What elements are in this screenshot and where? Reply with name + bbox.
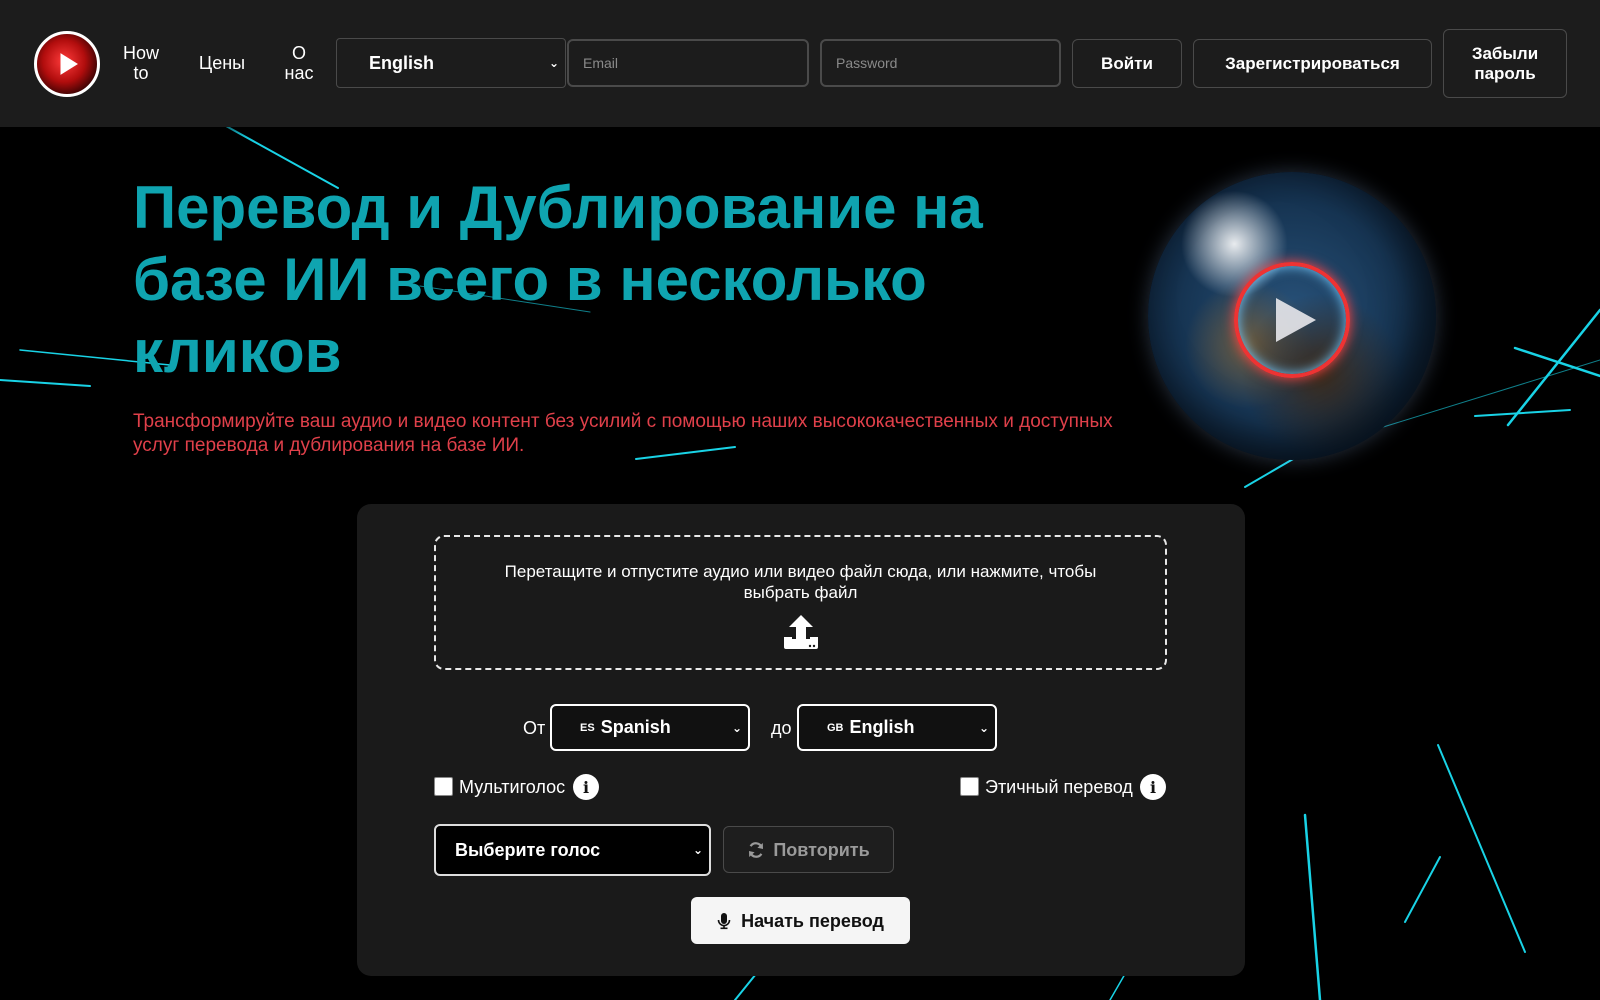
spain-flag-icon: ES (580, 721, 595, 734)
from-label: От (523, 718, 546, 738)
multivoice-checkbox[interactable] (434, 777, 453, 796)
login-button[interactable]: Войти (1072, 39, 1182, 88)
page: How to Цены О нас English ⌄ Email Passwo… (0, 0, 1600, 1000)
streak (1513, 346, 1600, 378)
source-language-value: Spanish (600, 717, 671, 737)
source-language-select[interactable]: ES Spanish ⌄ (550, 704, 750, 751)
voice-select[interactable]: Выберите голос ⌄ (434, 824, 711, 876)
nav-link-how-to[interactable]: How to (116, 43, 166, 83)
target-language-value: English (849, 717, 915, 737)
register-button[interactable]: Зарегистрироваться (1193, 39, 1432, 88)
globe-illustration (1148, 172, 1436, 460)
nav-link-about[interactable]: О нас (274, 43, 324, 83)
streak (1404, 856, 1441, 923)
chevron-down-icon: ⌄ (731, 720, 742, 735)
streak (1474, 409, 1571, 417)
voice-select-value: Выберите голос (455, 839, 601, 860)
streak (1506, 308, 1600, 427)
file-dropzone[interactable]: Перетащите и отпустите аудио или видео ф… (434, 535, 1167, 670)
microphone-icon (717, 912, 731, 929)
hero-title: Перевод и Дублирование на базе ИИ всего … (133, 174, 983, 385)
streak (1303, 813, 1322, 1000)
multivoice-info-icon[interactable]: i (573, 774, 599, 800)
streak (0, 379, 91, 387)
play-icon (1276, 298, 1316, 342)
repeat-button[interactable]: Повторить (723, 826, 894, 873)
ethical-translation-checkbox[interactable] (960, 777, 979, 796)
start-translation-button[interactable]: Начать перевод (691, 897, 910, 944)
multivoice-label: Мультиголос (459, 777, 566, 797)
play-globe-logo[interactable] (34, 31, 100, 97)
email-field[interactable]: Email (567, 39, 809, 87)
ethical-translation-label: Этичный перевод (985, 777, 1133, 797)
top-navigation-bar: How to Цены О нас English ⌄ Email Passwo… (0, 0, 1600, 127)
repeat-label: Повторить (773, 839, 870, 860)
streak (734, 973, 757, 1000)
upload-icon (783, 615, 818, 649)
forgot-password-button[interactable]: Забыли пароль (1443, 29, 1567, 98)
translator-panel: Перетащите и отпустите аудио или видео ф… (357, 504, 1245, 976)
dropzone-text: Перетащите и отпустите аудио или видео ф… (504, 562, 1097, 602)
chevron-down-icon: ⌄ (692, 843, 703, 857)
hero-subtitle: Трансформируйте ваш аудио и видео контен… (133, 411, 1113, 456)
start-translation-label: Начать перевод (741, 910, 884, 931)
to-label: до (771, 718, 792, 738)
password-field[interactable]: Password (820, 39, 1061, 87)
language-select[interactable]: English ⌄ (336, 38, 566, 88)
nav-link-prices[interactable]: Цены (192, 53, 252, 73)
target-language-select[interactable]: GB English ⌄ (797, 704, 997, 751)
streak (1109, 973, 1126, 1000)
play-ring-icon (1234, 262, 1350, 378)
play-icon (60, 53, 78, 75)
chevron-down-icon: ⌄ (548, 56, 559, 70)
streak (1437, 744, 1526, 953)
chevron-down-icon: ⌄ (978, 720, 989, 735)
refresh-icon (749, 841, 764, 858)
language-select-value: English (369, 52, 435, 73)
uk-flag-icon: GB (827, 721, 844, 734)
ethical-translation-info-icon[interactable]: i (1140, 774, 1166, 800)
